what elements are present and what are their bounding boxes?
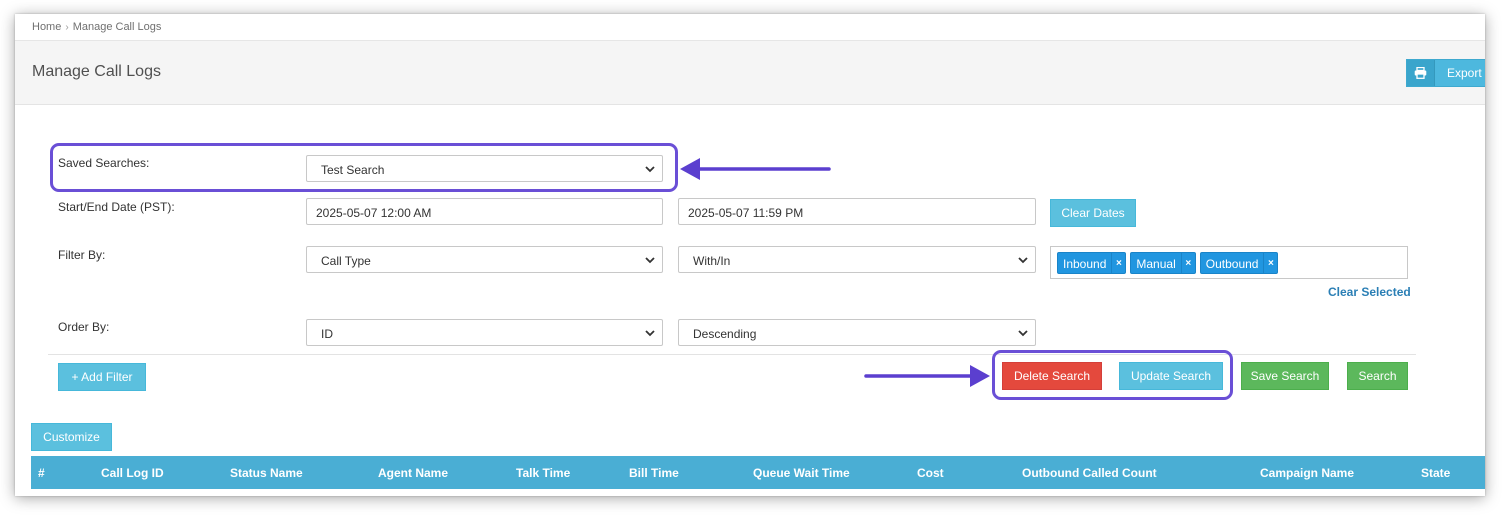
annotation-arrows — [680, 158, 990, 387]
annotation-arrow-left-icon — [680, 158, 831, 180]
annotation-arrow-right-icon — [864, 365, 990, 387]
